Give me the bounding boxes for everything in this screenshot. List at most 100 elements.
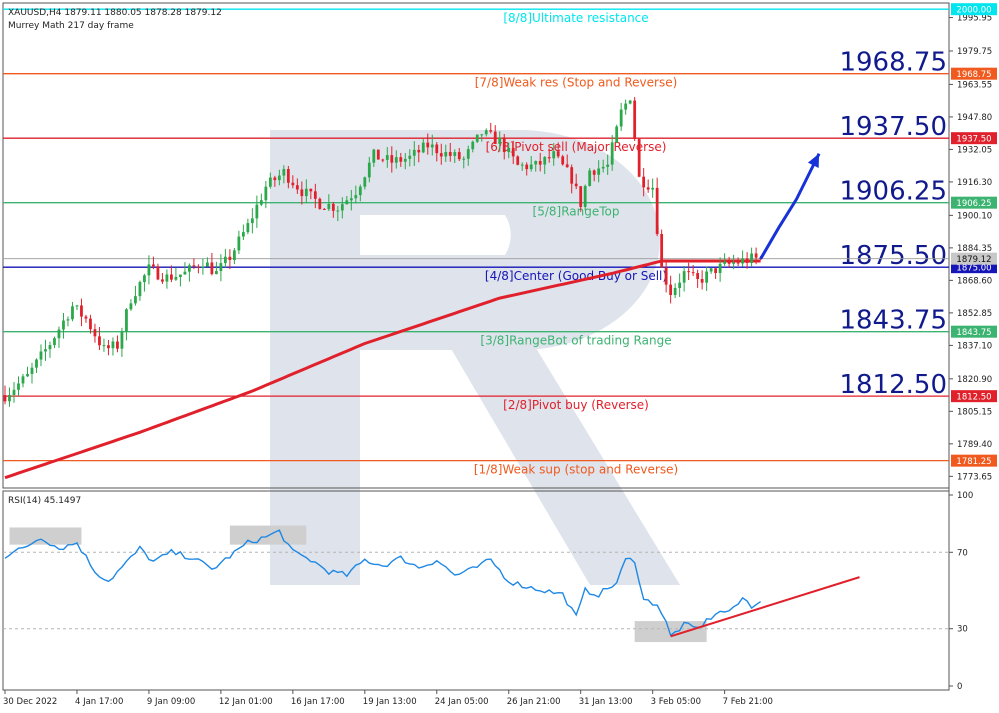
price-tag: 1937.50 xyxy=(951,132,997,145)
candle xyxy=(138,280,142,301)
candle-body xyxy=(705,271,709,283)
rsi-tick-label: 100 xyxy=(957,491,973,501)
time-tick-label: 26 Jan 21:00 xyxy=(507,697,561,707)
candle xyxy=(111,337,115,356)
time-tick-label: 31 Jan 13:00 xyxy=(579,697,633,707)
murrey-value-label: 1968.75 xyxy=(839,48,947,78)
candle-body xyxy=(678,282,682,288)
candle-body xyxy=(750,253,753,263)
price-tick-label: 1932.05 xyxy=(957,145,992,155)
price-tag-text: 1781.25 xyxy=(956,457,991,467)
candle-body xyxy=(304,188,308,197)
candle xyxy=(516,155,520,166)
candle-body xyxy=(507,148,511,153)
candle-body xyxy=(322,208,326,210)
murrey-value-label: 1937.50 xyxy=(839,112,947,142)
candle-body xyxy=(453,152,457,156)
candle-body xyxy=(255,204,259,219)
candle xyxy=(633,96,637,142)
current-price-tag: 1879.12 xyxy=(951,252,997,265)
candle-body xyxy=(552,151,556,159)
candle xyxy=(8,387,11,407)
chart-canvas[interactable]: [8/8]Ultimate resistance [7/8]Weak res (S… xyxy=(0,0,999,713)
candle-body xyxy=(129,303,133,310)
candle-body xyxy=(111,341,115,349)
candle-body xyxy=(511,148,515,157)
candle-body xyxy=(237,236,241,251)
candle xyxy=(129,299,133,311)
candle-body xyxy=(35,359,38,368)
candle-body xyxy=(642,176,646,188)
candle-body xyxy=(12,389,16,395)
rsi-plot xyxy=(3,525,949,643)
candle xyxy=(745,252,749,269)
candle-body xyxy=(471,141,475,150)
candle-body xyxy=(71,306,74,320)
candle xyxy=(615,124,619,144)
murrey-levels: [8/8]Ultimate resistance [7/8]Weak res (S… xyxy=(3,8,949,477)
candle-body xyxy=(412,149,416,156)
time-tick-label: 7 Feb 21:00 xyxy=(723,697,773,707)
price-tags: 2000.001968.751937.501906.251875.001843.… xyxy=(951,3,997,467)
candle-body xyxy=(331,203,335,211)
candle-body xyxy=(493,131,497,144)
candle xyxy=(232,247,236,265)
candle xyxy=(183,262,187,275)
candle-body xyxy=(98,336,101,346)
candle-body xyxy=(520,164,524,166)
rsi-axis: 100 70 30 0 xyxy=(949,491,973,692)
candle-body xyxy=(646,187,650,190)
candle-body xyxy=(219,263,223,272)
candle-body xyxy=(745,258,749,263)
price-tag-text: 1968.75 xyxy=(956,70,991,80)
candle-body xyxy=(637,138,641,177)
price-tick-label: 1979.75 xyxy=(957,47,992,57)
price-tag: 1968.75 xyxy=(951,67,997,80)
murrey-label: [8/8]Ultimate resistance xyxy=(503,11,648,25)
candle-body xyxy=(318,198,322,209)
candle xyxy=(39,344,43,367)
candle-body xyxy=(430,144,434,148)
candle xyxy=(53,336,56,349)
candle xyxy=(188,263,191,282)
candle xyxy=(376,149,380,160)
price-tag-text: 1937.50 xyxy=(956,135,991,145)
candle-body xyxy=(259,200,263,205)
murrey-value-label: 1906.25 xyxy=(839,177,947,207)
candle-body xyxy=(138,282,142,297)
candle-body xyxy=(39,351,43,360)
price-tick-label: 1852.85 xyxy=(957,309,992,319)
candle-body xyxy=(241,232,245,237)
candle xyxy=(318,197,322,210)
candle xyxy=(237,230,241,254)
time-axis: 30 Dec 2022 4 Jan 17:00 9 Jan 09:00 12 Jan … xyxy=(3,690,773,707)
symbol-header: XAUUSD,H4 1879.11 1880.05 1878.28 1879.1… xyxy=(8,8,222,18)
candle-body xyxy=(624,103,628,110)
candle-body xyxy=(655,187,659,235)
candle-body xyxy=(300,189,304,197)
candle xyxy=(35,358,38,373)
candle-body xyxy=(286,169,290,183)
candle-body xyxy=(664,267,668,285)
price-tag: 2000.00 xyxy=(951,3,997,16)
candle-body xyxy=(313,191,317,199)
candle-body xyxy=(660,234,664,268)
candle xyxy=(179,274,182,287)
candle-body xyxy=(53,338,56,346)
price-tick-label: 1884.35 xyxy=(957,244,992,254)
candle-body xyxy=(192,265,196,267)
candle xyxy=(673,283,677,299)
candle-body xyxy=(462,158,466,160)
candle xyxy=(30,362,34,384)
rsi-header: RSI(14) 45.1497 xyxy=(8,496,81,506)
price-tag-text: 1843.75 xyxy=(956,328,991,338)
candle xyxy=(241,224,245,241)
time-tick-label: 19 Jan 13:00 xyxy=(363,697,417,707)
candle-body xyxy=(84,316,88,319)
candle-body xyxy=(107,345,110,349)
candle-body xyxy=(403,158,407,162)
candle-body xyxy=(502,137,506,153)
candle-body xyxy=(448,151,452,156)
candle xyxy=(669,275,673,304)
candle-body xyxy=(633,100,637,139)
